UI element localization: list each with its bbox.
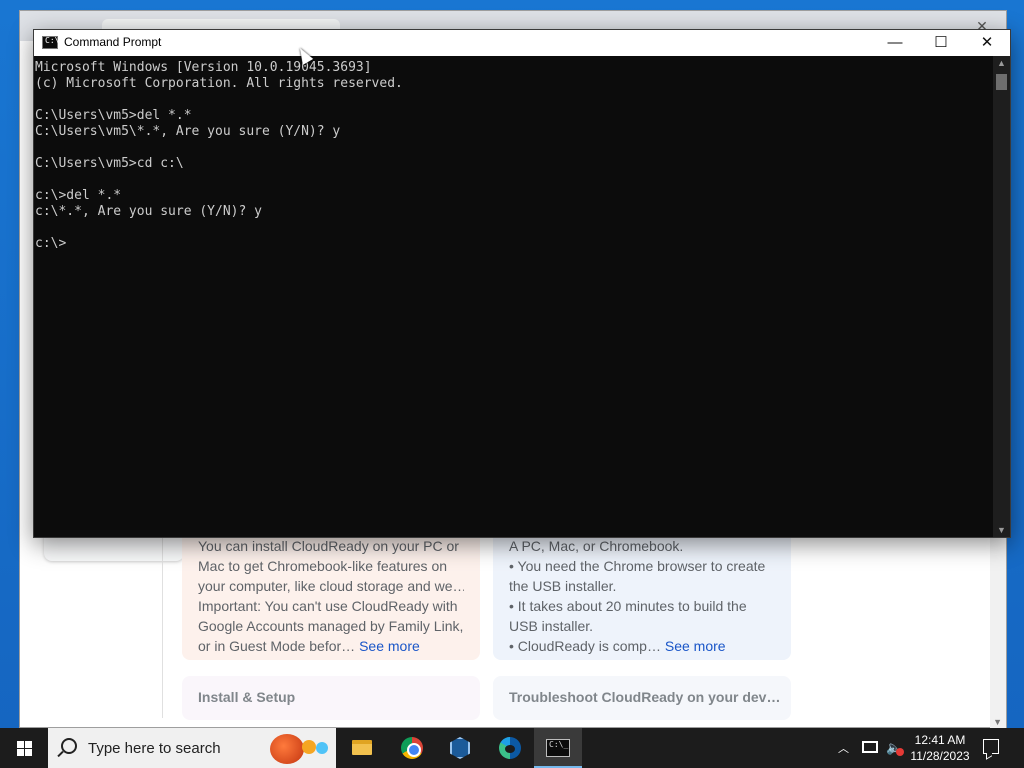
install-info-card: You can install CloudReady on your PC or… [182, 518, 480, 660]
notifications-icon[interactable] [983, 739, 999, 754]
minimize-button[interactable]: — [872, 30, 918, 56]
card-text-line: the USB installer. [509, 578, 617, 594]
search-icon [61, 738, 77, 754]
search-highlight-decoration [316, 742, 328, 754]
card-text-line: • You need the Chrome browser to create [509, 558, 766, 574]
card-text-line: Mac to get Chromebook-like features on [198, 558, 448, 574]
card-title: Install & Setup [198, 689, 296, 705]
taskbar-clock[interactable]: 12:41 AM 11/28/2023 [905, 732, 975, 764]
console-prompt-line[interactable]: c:\> [35, 236, 993, 252]
card-text-line: Important: You can't use CloudReady with [198, 598, 458, 614]
console-line: Microsoft Windows [Version 10.0.19045.36… [35, 60, 372, 75]
close-button[interactable]: ✕ [964, 30, 1010, 56]
taskbar-search-box[interactable]: Type here to search [48, 728, 336, 768]
taskbar-chrome[interactable] [388, 728, 436, 768]
card-text-line: USB installer. [509, 618, 594, 634]
content-divider [162, 518, 163, 718]
scroll-up-arrow-icon[interactable]: ▲ [997, 58, 1006, 68]
card-text-line: • It takes about 20 minutes to build the [509, 598, 747, 614]
start-button[interactable] [0, 728, 48, 768]
taskbar-command-prompt[interactable]: C:\_ [534, 728, 582, 768]
console-line: c:\>del *.* [35, 188, 122, 203]
maximize-button[interactable]: ☐ [918, 30, 964, 56]
taskbar: Type here to search C:\_ ︿ 🔈 12:41 AM 11… [0, 728, 1024, 768]
scrollbar-thumb[interactable] [996, 74, 1007, 90]
command-prompt-icon: C:\_ [546, 739, 570, 757]
card-text-line: Google Accounts managed by Family Link, [198, 618, 464, 634]
card-text-fragment: • CloudReady is comp… [509, 638, 661, 654]
cmd-scrollbar[interactable]: ▲ ▼ [993, 56, 1010, 537]
scroll-down-arrow-icon[interactable]: ▼ [993, 717, 1002, 727]
card-text-line: or in Guest Mode befor… See more [198, 636, 464, 656]
command-prompt-window[interactable]: C:\ Command Prompt — ☐ ✕ Microsoft Windo… [33, 29, 1011, 538]
console-line: C:\Users\vm5>del *.* [35, 108, 192, 123]
search-highlight-icon[interactable] [270, 734, 304, 764]
file-explorer-icon [352, 740, 372, 755]
console-output[interactable]: Microsoft Windows [Version 10.0.19045.36… [34, 56, 993, 537]
edge-icon [499, 737, 521, 759]
see-more-link[interactable]: See more [665, 638, 726, 654]
taskbar-edge[interactable] [486, 728, 534, 768]
console-line: C:\Users\vm5>cd c:\ [35, 156, 184, 171]
cmd-titlebar[interactable]: C:\ Command Prompt — ☐ ✕ [34, 30, 1010, 56]
cmd-window-icon: C:\ [42, 36, 59, 49]
console-line: (c) Microsoft Corporation. All rights re… [35, 76, 403, 91]
scroll-down-arrow-icon[interactable]: ▼ [997, 525, 1006, 535]
windows-logo-icon [17, 741, 32, 756]
search-highlight-decoration [302, 740, 316, 754]
console-line: C:\Users\vm5\*.*, Are you sure (Y/N)? y [35, 124, 341, 139]
card-text-line: • CloudReady is comp… See more [509, 636, 775, 656]
taskbar-file-explorer[interactable] [338, 728, 386, 768]
see-more-link[interactable]: See more [359, 638, 420, 654]
card-text-line: You can install CloudReady on your PC or [198, 538, 459, 554]
card-text-fragment: or in Guest Mode befor… [198, 638, 356, 654]
requirements-card: A PC, Mac, or Chromebook. • You need the… [493, 518, 791, 660]
virtualbox-icon [450, 737, 470, 759]
cmd-window-title: Command Prompt [64, 35, 162, 49]
troubleshoot-card[interactable]: Troubleshoot CloudReady on your dev… [493, 676, 791, 720]
install-setup-card[interactable]: Install & Setup [182, 676, 480, 720]
show-hidden-icons-chevron-icon[interactable]: ︿ [838, 740, 850, 755]
clock-date: 11/28/2023 [910, 749, 970, 763]
card-text-line: A PC, Mac, or Chromebook. [509, 538, 684, 554]
card-text-line: your computer, like cloud storage and we… [198, 578, 464, 594]
network-icon[interactable] [862, 741, 878, 753]
search-placeholder: Type here to search [88, 740, 221, 757]
taskbar-virtualbox[interactable] [436, 728, 484, 768]
chrome-icon [401, 737, 423, 759]
muted-badge-icon [896, 748, 904, 756]
console-line: c:\*.*, Are you sure (Y/N)? y [35, 204, 262, 219]
clock-time: 12:41 AM [914, 733, 966, 747]
card-title: Troubleshoot CloudReady on your dev… [509, 689, 781, 705]
